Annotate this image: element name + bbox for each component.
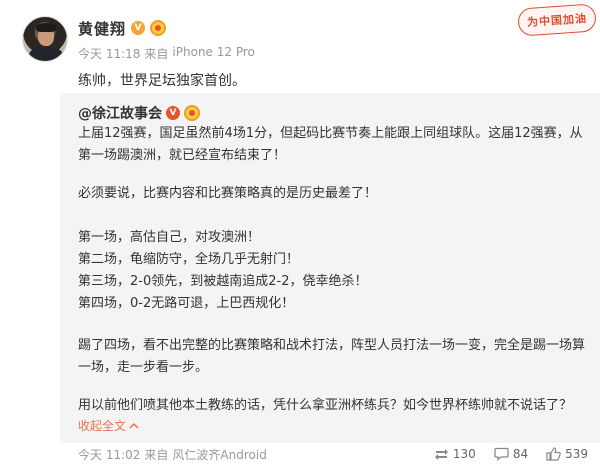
cheer-stamp: 为中国加油 <box>517 3 597 37</box>
comment-icon <box>494 447 509 461</box>
like-button[interactable]: 539 <box>546 447 588 461</box>
collapse-label: 收起全文 <box>78 419 127 433</box>
verified-v-badge-icon: V <box>166 106 180 120</box>
match-list: 第一场，高估自己，对攻澳洲！ 第二场，龟缩防守，全场几乎无射门！ 第三场，2-0… <box>78 227 367 315</box>
repost-icon <box>434 448 448 460</box>
like-icon <box>546 447 561 461</box>
repost-time[interactable]: 今天 11:02 <box>78 446 140 463</box>
comment-button[interactable]: 84 <box>494 447 528 461</box>
like-count: 539 <box>565 447 588 461</box>
collapse-full-text-link[interactable]: 收起全文 <box>78 417 139 434</box>
verified-v-badge-icon: V <box>131 21 146 35</box>
match-line: 第四场，0-2无路可退，上巴西规化！ <box>78 296 295 311</box>
comment-count: 84 <box>512 447 529 461</box>
repost-paragraph: 用以前他们喷其他本土教练的话，凭什么拿亚洲杯练兵？如今世界杯练帅就不说话了？ <box>78 398 573 413</box>
repost-card[interactable]: @徐江故事会 V 上届12强赛，国足虽然前4场1分，但起码比赛节奏上能跟上同组球… <box>60 93 600 443</box>
post-source-prefix: 来自 <box>144 47 169 61</box>
post-text: 练帅，世界足坛独家首创。 <box>78 73 246 89</box>
repost-author-name[interactable]: @徐江故事会 <box>78 103 162 123</box>
match-line: 第一场，高估自己，对攻澳洲！ <box>78 230 261 245</box>
weibo-post: 黄健翔 V 今天 11:18 来自 iPhone 12 Pro 为中国加油 练帅… <box>0 0 600 470</box>
repost-footer: 今天 11:02 来自 风仁波齐Android 130 84 539 <box>78 444 588 464</box>
post-time[interactable]: 今天 11:18 <box>78 45 140 62</box>
repost-paragraph: 必须要说，比赛内容和比赛策略真的是历史最差了！ <box>78 186 378 201</box>
author-avatar[interactable] <box>22 16 68 62</box>
repost-source: 风仁波齐Android <box>172 447 267 462</box>
match-line: 第二场，龟缩防守，全场几乎无射门！ <box>78 252 300 267</box>
repost-author-row: @徐江故事会 V <box>78 103 200 123</box>
author-name[interactable]: 黄健翔 <box>78 18 126 39</box>
post-meta: 今天 11:18 来自 iPhone 12 Pro <box>78 45 255 62</box>
medal-icon <box>184 105 200 121</box>
chevron-up-icon <box>129 422 139 429</box>
repost-paragraph: 上届12强赛，国足虽然前4场1分，但起码比赛节奏上能跟上同组球队。这届12强赛，… <box>78 126 583 163</box>
medal-icon <box>150 20 167 36</box>
repost-paragraph: 踢了四场，看不出完整的比赛策略和战术打法，阵型人员打法一场一变，完全是踢一场算一… <box>78 338 586 375</box>
repost-button[interactable]: 130 <box>434 447 476 461</box>
repost-source-prefix: 来自 <box>144 447 169 462</box>
match-line: 第三场，2-0领先，到被越南追成2-2，侥幸绝杀！ <box>78 274 368 289</box>
repost-meta: 今天 11:02 来自 风仁波齐Android <box>78 446 267 463</box>
action-bar: 130 84 539 <box>434 447 588 461</box>
repost-count: 130 <box>452 447 476 461</box>
post-source: iPhone 12 Pro <box>172 45 255 59</box>
author-row: 黄健翔 V <box>78 17 167 39</box>
